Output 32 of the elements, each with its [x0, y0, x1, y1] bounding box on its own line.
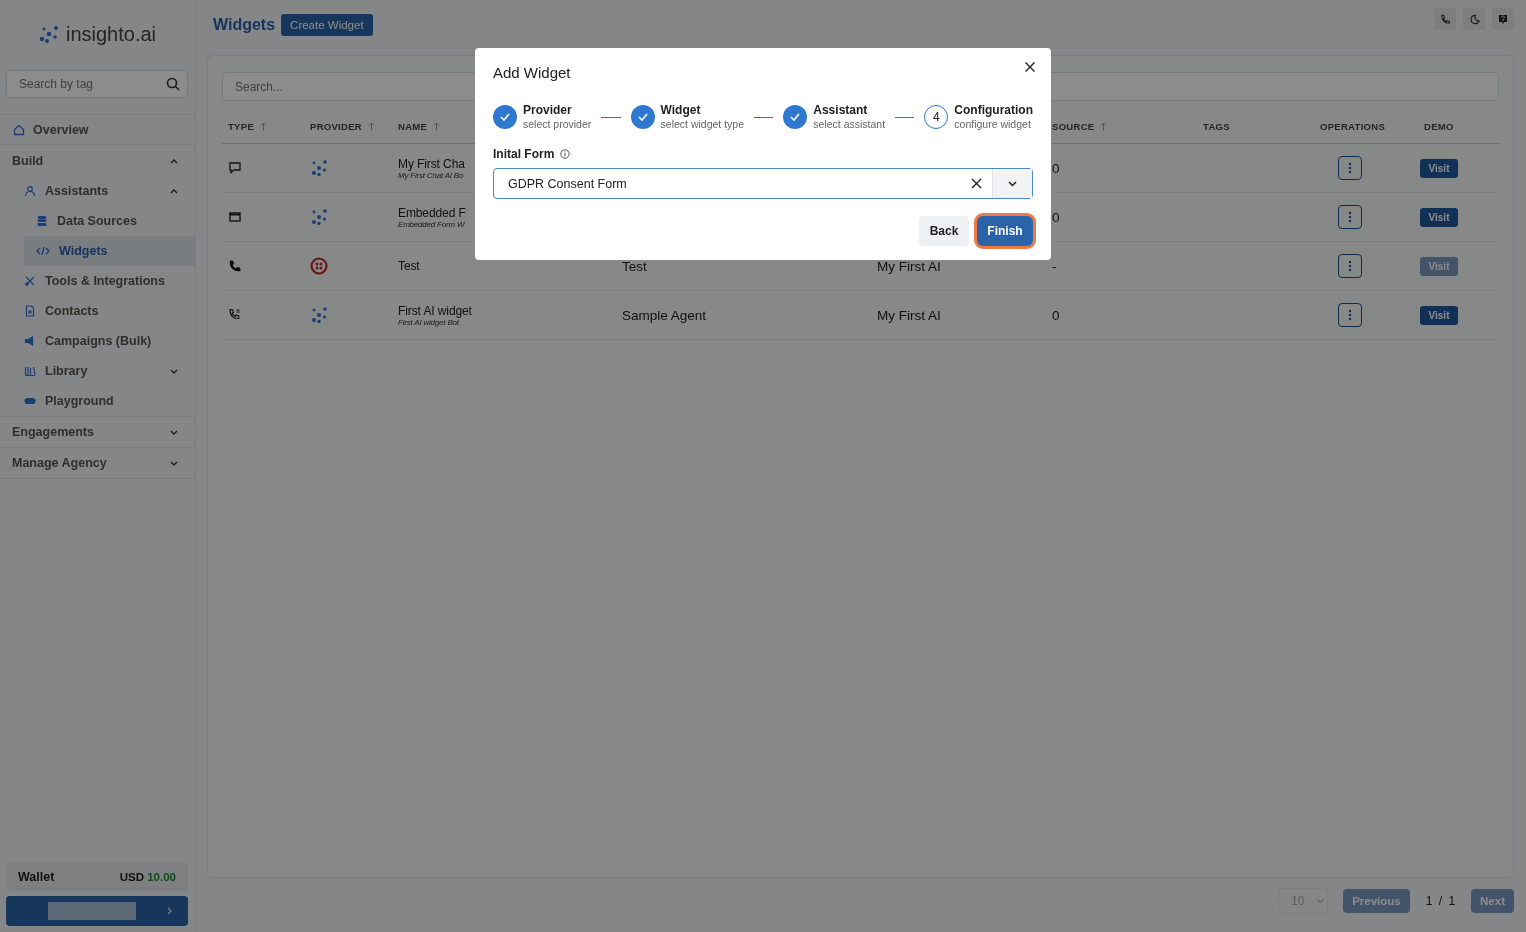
select-value: GDPR Consent Form	[508, 176, 627, 191]
table-cell: Test	[622, 258, 647, 274]
table-cell: My First AI	[877, 307, 941, 323]
table-cell: 0	[1052, 160, 1060, 176]
step-label: Provider	[523, 103, 573, 118]
step-indicator: 4	[924, 105, 949, 130]
dialog-title: Add Widget	[493, 63, 571, 81]
widget-name: Embedded F	[398, 205, 466, 220]
widget-name: First AI widget	[398, 303, 472, 318]
page-indicator: 1 / 1	[1424, 894, 1457, 908]
widget-name: Test	[398, 259, 420, 273]
widget-name: My First Cha	[398, 156, 465, 171]
step-label: Widget	[660, 103, 702, 118]
step-description: configure widget	[954, 118, 1032, 132]
page-title: Widgets	[213, 16, 276, 34]
step-description: select assistant	[813, 118, 886, 132]
table-cell: Sample Agent	[622, 307, 707, 323]
wallet-balance: USD 10.00	[119, 870, 176, 883]
widget-subtitle: My First Chat AI Bo	[398, 170, 464, 180]
table-cell: My First AI	[877, 258, 941, 274]
table-cell: 0	[1052, 209, 1060, 225]
widget-subtitle: First AI widget Bot	[398, 317, 459, 327]
field-label: Inital Form	[493, 147, 555, 162]
wallet-label: Wallet	[18, 869, 55, 884]
step-description: select provider	[523, 118, 592, 132]
step-label: Assistant	[813, 103, 869, 118]
table-cell: 0	[1052, 307, 1060, 323]
brand-name: insighto.ai	[65, 22, 157, 46]
step-description: select widget type	[660, 118, 744, 132]
table-cell: -	[1052, 258, 1057, 274]
widget-subtitle: Embedded Form W	[398, 219, 465, 229]
step-label: Configuration	[954, 103, 1033, 118]
